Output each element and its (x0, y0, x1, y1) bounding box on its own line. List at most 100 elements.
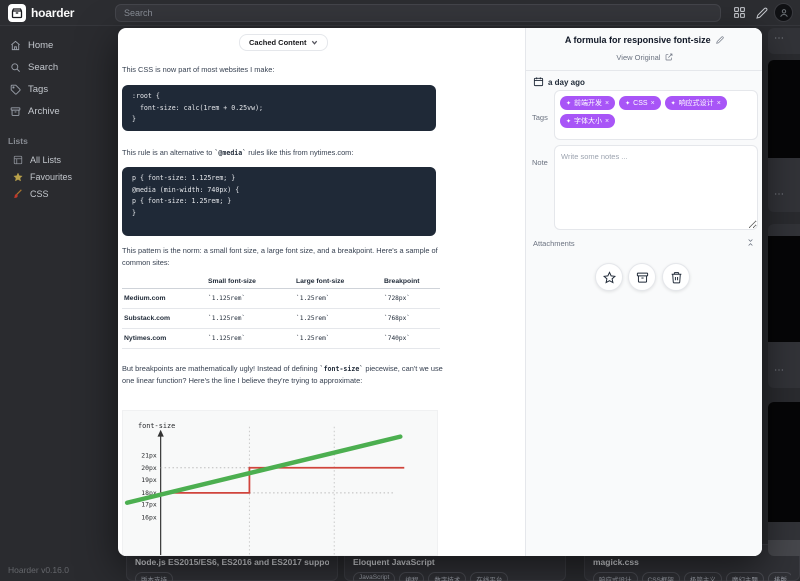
ytick: 16px (141, 513, 157, 521)
table-header: Breakpoint (382, 275, 440, 288)
table-cell: `1.125rem` (206, 289, 294, 308)
card-tag[interactable]: JavaScript (353, 572, 395, 581)
sidebar-item-label: Home (28, 40, 53, 51)
star-icon (13, 172, 23, 182)
tag-label: 字体大小 (574, 116, 602, 126)
tags-editor[interactable]: ✦ 前端开发 × ✦ CSS × ✦ 响应式设计 × ✦ 字体大小 × (554, 90, 758, 140)
remove-tag-icon[interactable]: × (651, 100, 655, 107)
star-icon (603, 271, 616, 284)
divider (526, 70, 762, 71)
inline-code: `@media` (214, 149, 246, 157)
sparkles-icon: ✦ (566, 118, 571, 125)
card-tag[interactable]: 极简主义 (684, 572, 722, 581)
bookmark-date: a day ago (548, 78, 585, 87)
sidebar-list-favourites[interactable]: Favourites (13, 172, 72, 182)
inline-code: `font-size` (320, 365, 364, 373)
card-tag[interactable]: 在线平台 (470, 572, 508, 581)
sidebar-item-label: Tags (28, 84, 48, 95)
hoarder-logo-icon (8, 4, 26, 22)
remove-tag-icon[interactable]: × (605, 118, 609, 125)
card-thumbnail (768, 236, 800, 342)
view-original-link[interactable]: View Original (526, 53, 762, 62)
card-title: Eloquent JavaScript (353, 557, 557, 567)
ytick: 17px (141, 501, 157, 509)
lists-section-header: Lists (8, 136, 28, 146)
tag-pill[interactable]: ✦ 字体大小 × (560, 114, 615, 128)
note-input[interactable] (554, 145, 758, 230)
search-icon (10, 62, 21, 73)
ytick: 21px (141, 451, 157, 459)
card-menu-icon[interactable]: ⋯ (774, 34, 784, 44)
tag-pill[interactable]: ✦ CSS × (619, 96, 661, 110)
card-tag[interactable]: CSS框架 (642, 572, 680, 581)
ytick: 19px (141, 476, 157, 484)
edit-pencil-icon[interactable] (756, 7, 768, 19)
paragraph-text: But breakpoints are mathematically ugly!… (122, 364, 320, 373)
card-tag[interactable]: 编程 (399, 572, 424, 581)
paintbrush-icon (13, 189, 23, 199)
calendar-icon (533, 76, 544, 87)
sidebar-list-label: CSS (30, 189, 49, 199)
table-row: Nytimes.com `1.125rem` `1.25rem` `740px` (122, 329, 440, 349)
card-thumbnail (768, 60, 800, 158)
tag-pill[interactable]: ✦ 前端开发 × (560, 96, 615, 110)
paragraph-text: This rule is an alternative to (122, 148, 214, 157)
global-search-input[interactable] (115, 4, 721, 22)
layout-grid-icon[interactable] (733, 6, 746, 19)
avatar[interactable] (774, 3, 793, 22)
bookmark-details-panel: A formula for responsive font-size View … (525, 28, 762, 556)
sidebar-item-search[interactable]: Search (10, 62, 58, 73)
trash-icon (670, 271, 683, 284)
table-cell: `1.25rem` (294, 309, 382, 328)
sidebar-list-label: Favourites (30, 172, 72, 182)
sparkles-icon: ✦ (625, 100, 630, 107)
tag-label: 前端开发 (574, 98, 602, 108)
home-icon (10, 40, 21, 51)
bookmark-title: A formula for responsive font-size (526, 35, 762, 45)
card-tag[interactable]: 排版 (768, 572, 791, 581)
font-size-chart: font-size 21px 20px 19px 18px 17px 16px (122, 410, 438, 556)
ytick: 20px (141, 464, 157, 472)
bookmark-preview-dialog: Cached Content This CSS is now part of m… (118, 28, 762, 556)
font-size-table: Small font-size Large font-size Breakpoi… (122, 275, 440, 349)
content-type-label: Cached Content (249, 38, 307, 47)
attachments-label: Attachments (533, 239, 575, 248)
card-tag[interactable]: 响应式设计 (593, 572, 638, 581)
sidebar-item-home[interactable]: Home (10, 40, 53, 51)
sidebar-item-tags[interactable]: Tags (10, 84, 48, 95)
article-paragraph: This pattern is the norm: a small font s… (122, 245, 448, 269)
paragraph-text: rules like this from nytimes.com: (246, 148, 353, 157)
tag-label: CSS (633, 100, 647, 107)
card-thumbnail (768, 402, 800, 522)
archive-button[interactable] (628, 263, 656, 291)
table-row: Substack.com `1.125rem` `1.25rem` `768px… (122, 309, 440, 329)
delete-button[interactable] (662, 263, 690, 291)
chart-ylabel: font-size (138, 422, 175, 430)
favourite-button[interactable] (595, 263, 623, 291)
collapse-section-icon[interactable] (746, 238, 755, 247)
remove-tag-icon[interactable]: × (717, 100, 721, 107)
remove-tag-icon[interactable]: × (605, 100, 609, 107)
card-menu-icon[interactable]: ⋯ (774, 366, 784, 376)
sidebar-list-css[interactable]: CSS (13, 189, 49, 199)
article-paragraph: This CSS is now part of most websites I … (122, 64, 448, 76)
table-cell: Medium.com (122, 289, 206, 308)
table-cell: `768px` (382, 309, 440, 328)
axis-arrow-icon (158, 430, 164, 437)
background-card (768, 402, 800, 556)
article-paragraph: But breakpoints are mathematically ugly!… (122, 363, 448, 387)
card-tag[interactable]: 版本支持 (135, 572, 173, 581)
table-header: Small font-size (206, 275, 294, 288)
sidebar-list-all-lists[interactable]: All Lists (13, 155, 61, 165)
card-title: magick.css (593, 557, 791, 567)
content-type-dropdown[interactable]: Cached Content (239, 34, 328, 51)
sidebar-item-archive[interactable]: Archive (10, 106, 60, 117)
edit-title-icon[interactable] (716, 36, 724, 44)
card-tag[interactable]: 魔幻主题 (726, 572, 764, 581)
card-menu-icon[interactable]: ⋯ (774, 190, 784, 200)
tag-pill[interactable]: ✦ 响应式设计 × (665, 96, 727, 110)
card-tag[interactable]: 数字技术 (428, 572, 466, 581)
sidebar-list-label: All Lists (30, 155, 61, 165)
table-cell: `740px` (382, 329, 440, 348)
table-cell: `1.25rem` (294, 329, 382, 348)
